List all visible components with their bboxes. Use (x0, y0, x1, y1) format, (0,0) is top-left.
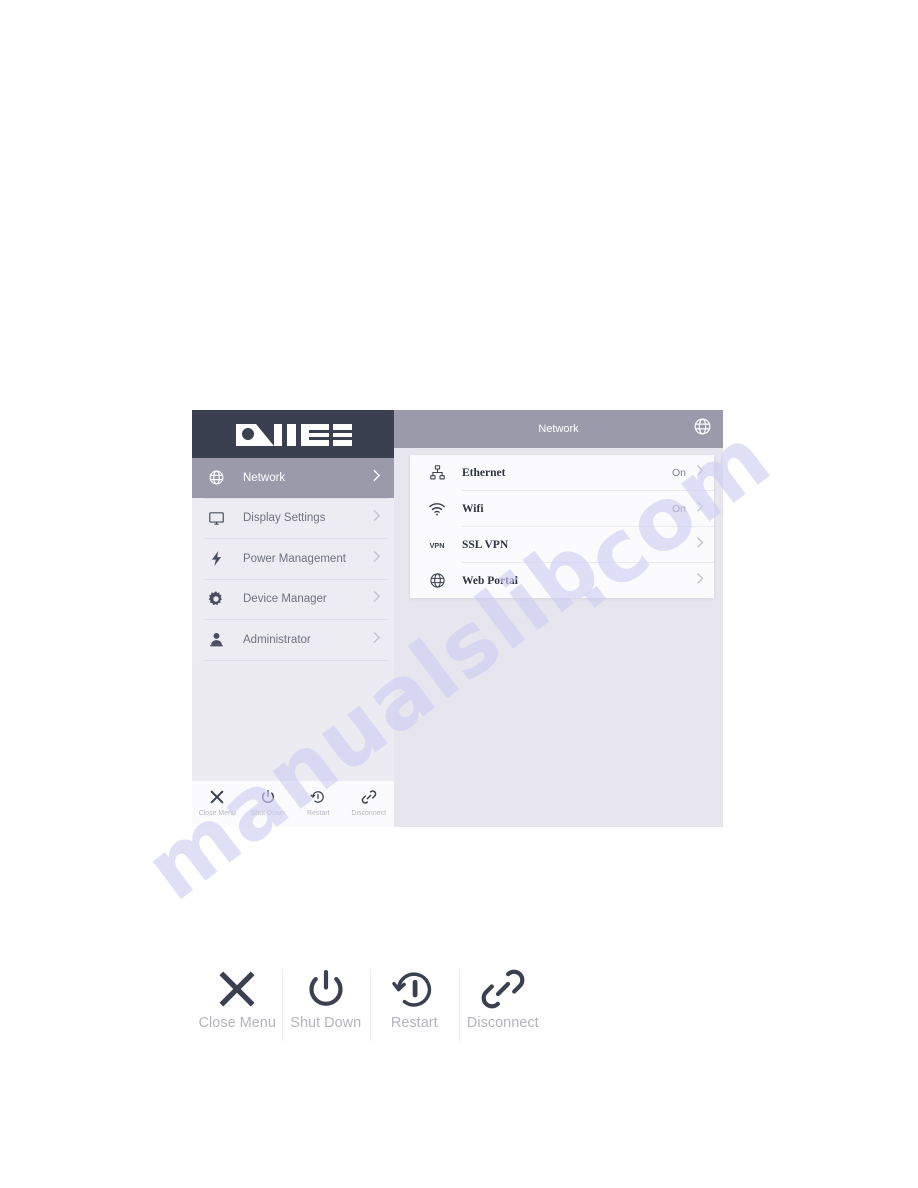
restart-icon (310, 787, 326, 807)
brand-header (192, 410, 394, 458)
chevron-right-icon (372, 630, 381, 649)
settings-row-label: Web Portal (462, 574, 518, 587)
user-icon (203, 631, 229, 648)
sidebar-item-label: Administrator (243, 633, 311, 646)
legend-close-menu: Close Menu (193, 963, 282, 1045)
chevron-right-icon (372, 509, 381, 528)
chevron-right-icon (696, 536, 704, 554)
legend-restart: Restart (370, 963, 459, 1045)
sidebar-item-label: Power Management (243, 552, 346, 565)
chevron-right-icon (696, 464, 704, 482)
sidebar-item-network[interactable]: Network (192, 458, 394, 498)
legend-label: Restart (390, 1015, 438, 1031)
settings-row-web-portal[interactable]: Web Portal (410, 563, 714, 598)
globe-icon (203, 469, 229, 486)
close-x-icon (215, 963, 259, 1015)
close-x-icon (209, 787, 225, 807)
chevron-right-icon (372, 549, 381, 568)
sidebar-item-power-management[interactable]: Power Management (192, 539, 394, 579)
settings-row-value: On (671, 502, 686, 515)
power-icon (260, 787, 276, 807)
restart-icon (392, 963, 436, 1015)
settings-row-ssl-vpn[interactable]: VPN SSL VPN (410, 527, 714, 562)
sidebar-nav: Network Display Settings Power Managemen… (192, 458, 394, 661)
settings-row-value: On (671, 466, 686, 479)
ethernet-icon (424, 464, 450, 481)
shut-down-button[interactable]: Shut Down (244, 787, 292, 817)
sidebar-empty-area (192, 660, 394, 779)
legend-shut-down: Shut Down (281, 963, 371, 1045)
toolbar-button-label: Restart (306, 810, 330, 817)
broken-link-icon (361, 787, 377, 807)
legend-label: Close Menu (198, 1015, 276, 1031)
legend-disconnect: Disconnect (458, 963, 548, 1045)
svg-text:VPN: VPN (430, 541, 445, 550)
toolbar-button-label: Disconnect (351, 810, 387, 817)
toolbar-button-label: Shut Down (250, 810, 285, 817)
sidebar-item-label: Device Manager (243, 593, 327, 606)
legend-label: Disconnect (466, 1015, 539, 1031)
disconnect-button[interactable]: Disconnect (345, 787, 393, 817)
chevron-right-icon (372, 468, 381, 487)
sidebar-item-device-manager[interactable]: Device Manager (192, 580, 394, 620)
device-bottom-toolbar: Close Menu Shut Down Restart Disconnect (192, 781, 394, 827)
chevron-right-icon (696, 500, 704, 518)
sidebar: Network Display Settings Power Managemen… (192, 410, 394, 827)
legend-label: Shut Down (290, 1015, 362, 1031)
settings-row-label: Wifi (462, 502, 484, 515)
network-settings-card: Ethernet On Wifi On VPN SSL VPN Web Port… (410, 455, 714, 598)
icon-legend: Close Menu Shut Down Restart Disconnect (193, 963, 547, 1045)
content-pane: Network Ethernet On Wifi On VPN SSL VPN … (394, 410, 723, 827)
sidebar-item-administrator[interactable]: Administrator (192, 620, 394, 660)
vpn-text-icon: VPN (424, 538, 450, 552)
monitor-icon (203, 510, 229, 527)
content-header: Network (394, 410, 723, 448)
toolbar-button-label: Close Menu (198, 810, 236, 817)
chevron-right-icon (696, 572, 704, 590)
globe-icon[interactable] (693, 417, 712, 441)
broken-link-icon (481, 963, 525, 1015)
close-menu-button[interactable]: Close Menu (193, 787, 241, 817)
wifi-icon (424, 500, 450, 518)
sidebar-item-label: Network (243, 471, 286, 484)
ncs-logo-icon (236, 424, 352, 446)
sidebar-item-display-settings[interactable]: Display Settings (192, 499, 394, 539)
chevron-right-icon (372, 590, 381, 609)
power-icon (304, 963, 348, 1015)
settings-row-ethernet[interactable]: Ethernet On (410, 455, 714, 490)
page-title: Network (538, 423, 579, 435)
settings-row-wifi[interactable]: Wifi On (410, 491, 714, 526)
sidebar-item-label: Display Settings (243, 512, 326, 525)
settings-row-label: SSL VPN (462, 538, 509, 551)
restart-button[interactable]: Restart (294, 787, 342, 817)
globe-icon (424, 572, 450, 589)
settings-row-label: Ethernet (462, 466, 506, 479)
lightning-icon (203, 550, 229, 567)
gear-icon (203, 590, 229, 608)
device-screenshot: Network Display Settings Power Managemen… (192, 410, 723, 827)
